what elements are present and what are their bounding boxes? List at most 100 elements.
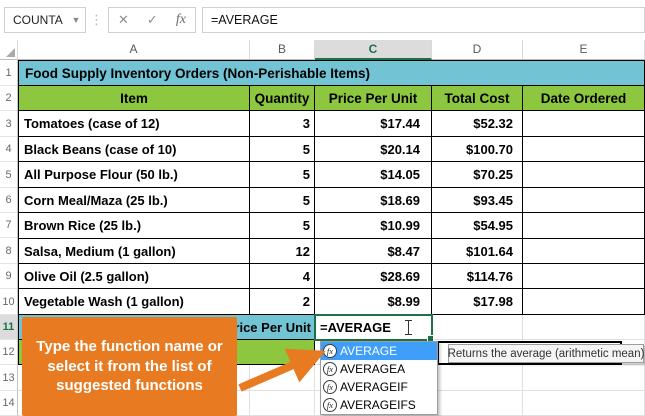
cell-item[interactable]: Salsa, Medium (1 gallon) bbox=[18, 239, 250, 264]
function-tooltip: Returns the average (arithmetic mean) bbox=[448, 344, 644, 363]
cell-quantity[interactable]: 5 bbox=[250, 137, 315, 162]
active-cell-text: =AVERAGE bbox=[320, 320, 391, 335]
cell-quantity[interactable]: 5 bbox=[250, 162, 315, 188]
cell-price[interactable]: $8.99 bbox=[315, 289, 432, 315]
cell-header-item[interactable]: Item bbox=[18, 86, 250, 111]
row-header-8[interactable]: 8 bbox=[0, 238, 17, 264]
cell-header-price[interactable]: Price Per Unit bbox=[315, 86, 432, 111]
cell-quantity[interactable]: 3 bbox=[250, 111, 315, 137]
cell-date[interactable] bbox=[523, 162, 645, 188]
cell-item[interactable]: Corn Meal/Maza (25 lb.) bbox=[18, 188, 250, 213]
cell-d11[interactable] bbox=[432, 315, 523, 340]
cell-total[interactable]: $70.25 bbox=[432, 162, 523, 188]
cell-item[interactable]: Vegetable Wash (1 gallon) bbox=[18, 289, 250, 315]
formula-bar-separator-dots: ⋮ bbox=[90, 12, 103, 27]
autocomplete-item-averageifs[interactable]: fx AVERAGEIFS bbox=[321, 396, 437, 414]
cell-price[interactable]: $17.44 bbox=[315, 111, 432, 137]
column-header-d[interactable]: D bbox=[432, 40, 523, 59]
cell-price[interactable]: $8.47 bbox=[315, 239, 432, 264]
cell-e11[interactable] bbox=[523, 315, 645, 340]
cell-quantity[interactable]: 5 bbox=[250, 188, 315, 213]
cell-date[interactable] bbox=[523, 289, 645, 315]
cell-header-total[interactable]: Total Cost bbox=[432, 86, 523, 111]
row-header-2[interactable]: 2 bbox=[0, 86, 17, 111]
active-cell-editor[interactable]: =AVERAGE bbox=[314, 314, 434, 342]
autocomplete-label: AVERAGEIF bbox=[340, 380, 408, 394]
name-box-dropdown-icon[interactable]: ▼ bbox=[67, 15, 85, 25]
row-header-7[interactable]: 7 bbox=[0, 213, 17, 238]
cell-date[interactable] bbox=[523, 213, 645, 239]
cell-date[interactable] bbox=[523, 264, 645, 289]
row-header-11[interactable]: 11 bbox=[0, 315, 17, 340]
table-row: Black Beans (case of 10) 5 $20.14 $100.7… bbox=[18, 137, 645, 162]
formula-bar-buttons: ✕ ✓ fx bbox=[108, 7, 196, 33]
cell-date[interactable] bbox=[523, 239, 645, 264]
column-header-b[interactable]: B bbox=[250, 40, 315, 59]
cell-header-quantity[interactable]: Quantity bbox=[250, 86, 315, 111]
formula-input[interactable]: =AVERAGE bbox=[202, 7, 645, 33]
cell-item[interactable]: Tomatoes (case of 12) bbox=[18, 111, 250, 137]
row-header-12[interactable]: 12 bbox=[0, 340, 17, 365]
cell-price[interactable]: $10.99 bbox=[315, 213, 432, 239]
row-header-14[interactable]: 14 bbox=[0, 391, 17, 416]
cell-price[interactable]: $14.05 bbox=[315, 162, 432, 188]
column-headers: A B C D E bbox=[0, 40, 645, 60]
cell-item[interactable]: Brown Rice (25 lb.) bbox=[18, 213, 250, 239]
autocomplete-item-averageif[interactable]: fx AVERAGEIF bbox=[321, 378, 437, 396]
cell-item[interactable]: All Purpose Flour (50 lb.) bbox=[18, 162, 250, 188]
cell-quantity[interactable]: 2 bbox=[250, 289, 315, 315]
cell-total[interactable]: $101.64 bbox=[432, 239, 523, 264]
autocomplete-label: AVERAGE bbox=[340, 344, 398, 358]
callout-arrow-icon bbox=[238, 348, 326, 392]
cell-title[interactable]: Food Supply Inventory Orders (Non-Perish… bbox=[18, 60, 645, 86]
row-header-10[interactable]: 10 bbox=[0, 289, 17, 315]
cell-total[interactable]: $100.70 bbox=[432, 137, 523, 162]
select-all-corner[interactable] bbox=[0, 40, 18, 59]
cell-header-date-ordered[interactable]: Date Ordered bbox=[523, 86, 645, 111]
column-header-e[interactable]: E bbox=[523, 40, 645, 59]
name-box[interactable]: COUNTA ▼ bbox=[4, 7, 86, 33]
cell-total[interactable]: $54.95 bbox=[432, 213, 523, 239]
cell-price[interactable]: $28.69 bbox=[315, 264, 432, 289]
cell-total[interactable]: $17.98 bbox=[432, 289, 523, 315]
cell-total[interactable]: $52.32 bbox=[432, 111, 523, 137]
cell-quantity[interactable]: 12 bbox=[250, 239, 315, 264]
cell-price[interactable]: $20.14 bbox=[315, 137, 432, 162]
table-row: Olive Oil (2.5 gallon) 4 $28.69 $114.76 bbox=[18, 264, 645, 289]
cell-item[interactable]: Olive Oil (2.5 gallon) bbox=[18, 264, 250, 289]
fx-icon: fx bbox=[323, 398, 337, 412]
autocomplete-item-average[interactable]: fx AVERAGE bbox=[321, 342, 437, 360]
cell-date[interactable] bbox=[523, 188, 645, 213]
cell-item[interactable]: Black Beans (case of 10) bbox=[18, 137, 250, 162]
cell-d14[interactable] bbox=[432, 391, 523, 416]
row-header-9[interactable]: 9 bbox=[0, 264, 17, 289]
excel-spreadsheet-window: COUNTA ▼ ⋮ ✕ ✓ fx =AVERAGE A B C D E 1 2… bbox=[0, 0, 645, 416]
table-row: Vegetable Wash (1 gallon) 2 $8.99 $17.98 bbox=[18, 289, 645, 315]
cell-e14[interactable] bbox=[523, 391, 645, 416]
table-row: Brown Rice (25 lb.) 5 $10.99 $54.95 bbox=[18, 213, 645, 239]
row-header-1[interactable]: 1 bbox=[0, 60, 17, 86]
insert-function-icon[interactable]: fx bbox=[176, 12, 186, 28]
row-header-13[interactable]: 13 bbox=[0, 365, 17, 391]
autocomplete-label: AVERAGEIFS bbox=[340, 398, 416, 412]
autocomplete-item-averagea[interactable]: fx AVERAGEA bbox=[321, 360, 437, 378]
cell-total[interactable]: $114.76 bbox=[432, 264, 523, 289]
column-header-a[interactable]: A bbox=[18, 40, 250, 59]
column-header-c[interactable]: C bbox=[315, 40, 432, 60]
row-header-6[interactable]: 6 bbox=[0, 188, 17, 213]
cell-date[interactable] bbox=[523, 111, 645, 137]
row-header-4[interactable]: 4 bbox=[0, 137, 17, 162]
cell-date[interactable] bbox=[523, 137, 645, 162]
table-row: Corn Meal/Maza (25 lb.) 5 $18.69 $93.45 bbox=[18, 188, 645, 213]
cell-e13[interactable] bbox=[523, 365, 645, 391]
cell-total[interactable]: $93.45 bbox=[432, 188, 523, 213]
enter-icon[interactable]: ✓ bbox=[147, 8, 158, 32]
cell-quantity[interactable]: 4 bbox=[250, 264, 315, 289]
autocomplete-label: AVERAGEA bbox=[340, 362, 406, 376]
cell-quantity[interactable]: 5 bbox=[250, 213, 315, 239]
cell-d13[interactable] bbox=[432, 365, 523, 391]
cell-price[interactable]: $18.69 bbox=[315, 188, 432, 213]
row-header-3[interactable]: 3 bbox=[0, 111, 17, 137]
cancel-icon[interactable]: ✕ bbox=[118, 8, 129, 32]
row-header-5[interactable]: 5 bbox=[0, 162, 17, 188]
